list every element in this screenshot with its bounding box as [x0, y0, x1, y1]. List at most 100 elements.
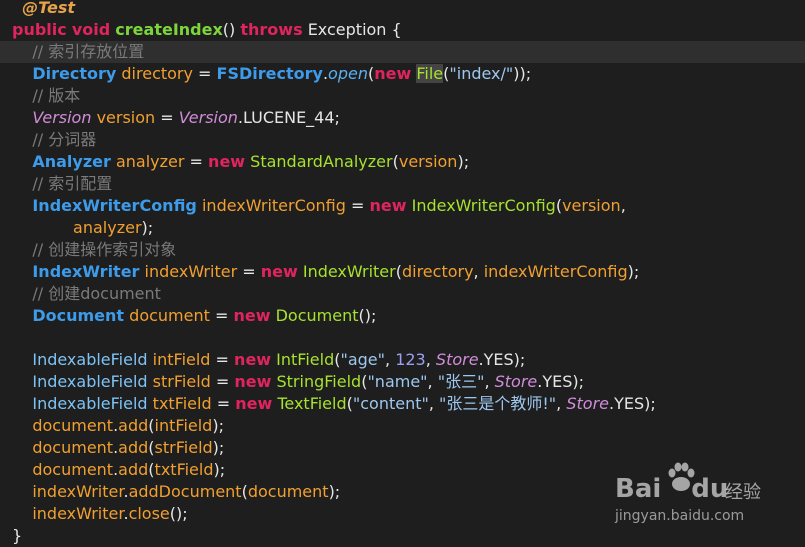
code-line[interactable]: IndexableField intField = new IntField("… [0, 349, 805, 371]
code-token: strField [152, 372, 211, 391]
code-token: ); [141, 218, 154, 237]
code-token: "content" [352, 394, 429, 413]
code-token: , [620, 196, 626, 215]
code-token: 123 [395, 350, 426, 369]
code-line[interactable]: // 索引存放位置 [0, 41, 805, 63]
code-token: = [192, 64, 217, 83]
code-token: )); [513, 64, 532, 83]
code-token: IndexableField [32, 372, 148, 391]
code-token: StandardAnalyzer [250, 152, 393, 171]
code-token: document [247, 482, 329, 501]
code-line[interactable]: // 版本 [0, 85, 805, 107]
code-line[interactable]: document.add(intField); [0, 415, 805, 437]
code-line[interactable]: Analyzer analyzer = new StandardAnalyzer… [0, 151, 805, 173]
code-token: version [96, 108, 156, 127]
code-token: IndexWriterConfig [32, 196, 197, 215]
code-line-content: analyzer); [0, 218, 153, 237]
code-token: (); [358, 306, 377, 325]
code-token: , [473, 262, 484, 281]
code-token: new [234, 372, 272, 391]
code-line[interactable]: IndexableField strField = new StringFiel… [0, 371, 805, 393]
code-token: ); [213, 460, 226, 479]
code-line[interactable]: @Test [0, 0, 805, 19]
code-token: , [427, 372, 438, 391]
code-line[interactable]: analyzer); [0, 217, 805, 239]
code-line-content: Analyzer analyzer = new StandardAnalyzer… [0, 152, 469, 171]
code-line[interactable]: document.add(strField); [0, 437, 805, 459]
code-token: intField [154, 416, 213, 435]
code-token: .LUCENE_44; [237, 108, 340, 127]
code-token: .YES); [478, 350, 526, 369]
code-line-content: IndexableField intField = new IntField("… [0, 350, 525, 369]
code-line[interactable]: // 创建document [0, 283, 805, 305]
code-token: throws [240, 20, 303, 39]
code-token: .YES); [537, 372, 585, 391]
code-line-content [0, 328, 12, 347]
code-line[interactable]: IndexWriterConfig indexWriterConfig = ne… [0, 195, 805, 217]
code-token: document [32, 416, 114, 435]
code-line[interactable]: // 索引配置 [0, 173, 805, 195]
code-token: } [12, 526, 23, 545]
code-token: document [32, 460, 114, 479]
code-line[interactable]: IndexableField txtField = new TextField(… [0, 393, 805, 415]
code-token: new [260, 262, 298, 281]
code-line-content: @Test [0, 0, 75, 17]
code-line[interactable]: // 创建操作索引对象 [0, 239, 805, 261]
code-token: new [369, 196, 407, 215]
code-token: Version [178, 108, 238, 127]
code-token: Exception { [302, 20, 402, 39]
code-token: Directory [32, 64, 117, 83]
code-token: void [71, 20, 111, 39]
code-token: directory [121, 64, 193, 83]
code-token: (); [169, 504, 188, 523]
code-token: = [155, 108, 179, 127]
code-token: public [12, 20, 67, 39]
code-line[interactable]: // 分词器 [0, 129, 805, 151]
code-token: = [345, 196, 370, 215]
code-line-content: Version version = Version.LUCENE_44; [0, 108, 340, 127]
code-line[interactable] [0, 327, 805, 349]
code-token: "张三是个教师!" [439, 394, 557, 413]
code-token: new [208, 152, 246, 171]
code-line-content: IndexWriterConfig indexWriterConfig = ne… [0, 196, 626, 215]
code-line[interactable]: Document document = new Document(); [0, 305, 805, 327]
code-token: txtField [154, 460, 214, 479]
code-token: , [484, 372, 495, 391]
code-token: createIndex [115, 20, 223, 39]
code-token: new [234, 350, 272, 369]
code-token: ); [328, 482, 341, 501]
code-token: new [374, 64, 412, 83]
code-token: = [209, 306, 234, 325]
code-token: , [556, 394, 567, 413]
code-line-content: Directory directory = FSDirectory.open(n… [0, 64, 531, 83]
code-token: File [416, 64, 444, 83]
code-line[interactable]: public void createIndex() throws Excepti… [0, 19, 805, 41]
code-line[interactable]: Directory directory = FSDirectory.open(n… [0, 63, 805, 85]
code-token: intField [152, 350, 211, 369]
code-token: "name" [367, 372, 428, 391]
code-token: = [210, 350, 235, 369]
code-line-content: IndexableField strField = new StringFiel… [0, 372, 584, 391]
code-token: indexWriterConfig [483, 262, 628, 281]
code-line[interactable]: Version version = Version.LUCENE_44; [0, 107, 805, 129]
code-token: version [398, 152, 458, 171]
code-line-content: } [0, 526, 22, 545]
code-token: // 索引存放位置 [32, 42, 145, 61]
code-token: = [211, 394, 236, 413]
code-token: () [222, 20, 241, 39]
code-line-content: document.add(txtField); [0, 460, 225, 479]
code-token: IndexWriterConfig [411, 196, 556, 215]
code-token: open [328, 64, 368, 83]
code-line[interactable]: IndexWriter indexWriter = new IndexWrite… [0, 261, 805, 283]
code-token: new [233, 306, 271, 325]
code-line-content: IndexableField txtField = new TextField(… [0, 394, 655, 413]
